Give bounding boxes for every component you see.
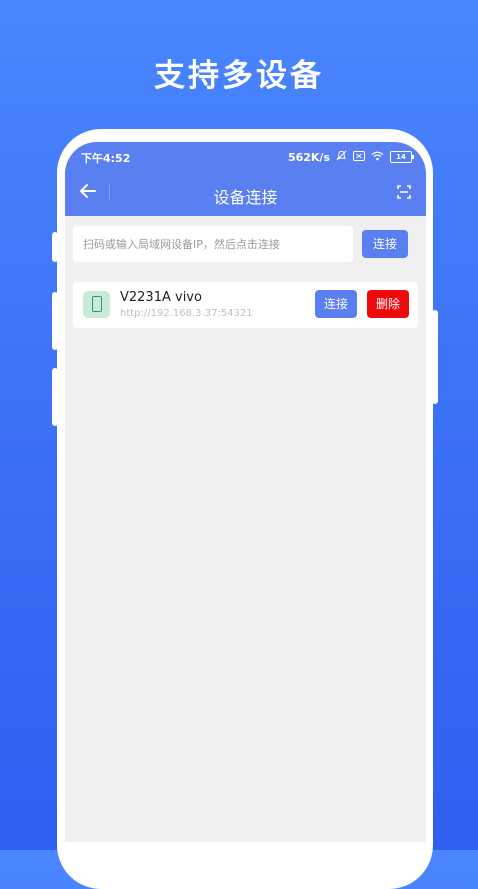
phone-icon bbox=[83, 291, 110, 318]
device-address: http://192.168.3.37:54321 bbox=[120, 308, 253, 319]
phone-side-button bbox=[432, 310, 438, 404]
battery-icon: 14 bbox=[390, 151, 414, 163]
ip-input-container bbox=[73, 226, 353, 262]
status-time: 下午4:52 bbox=[81, 152, 131, 165]
headline: 支持多设备 bbox=[154, 58, 324, 94]
status-right: 562K/s 14 bbox=[287, 150, 414, 164]
top-bar: 下午4:52 562K/s 14 设备连接 bbox=[65, 142, 426, 216]
device-name: V2231A vivo bbox=[120, 290, 202, 305]
device-connect-button[interactable]: 连接 bbox=[315, 290, 357, 318]
device-delete-button[interactable]: 删除 bbox=[367, 290, 409, 318]
sim-icon bbox=[353, 150, 365, 164]
connect-button[interactable]: 连接 bbox=[362, 230, 408, 258]
phone-side-button bbox=[52, 292, 58, 350]
scan-icon[interactable] bbox=[397, 184, 411, 199]
device-card: V2231A vivo http://192.168.3.37:54321 连接… bbox=[73, 282, 418, 328]
status-bar: 下午4:52 562K/s 14 bbox=[81, 150, 414, 166]
app-screen: 下午4:52 562K/s 14 设备连接 扫码或输入局域网设备IP，然后点击连… bbox=[65, 142, 426, 842]
network-speed: 562K/s bbox=[287, 150, 330, 164]
phone-side-button bbox=[52, 232, 58, 262]
nav-bar: 设备连接 bbox=[65, 178, 426, 208]
wifi-icon bbox=[371, 151, 384, 164]
mute-icon bbox=[336, 150, 347, 164]
phone-side-button bbox=[52, 368, 58, 426]
ip-input[interactable] bbox=[73, 226, 353, 262]
page-title: 设备连接 bbox=[213, 188, 278, 207]
